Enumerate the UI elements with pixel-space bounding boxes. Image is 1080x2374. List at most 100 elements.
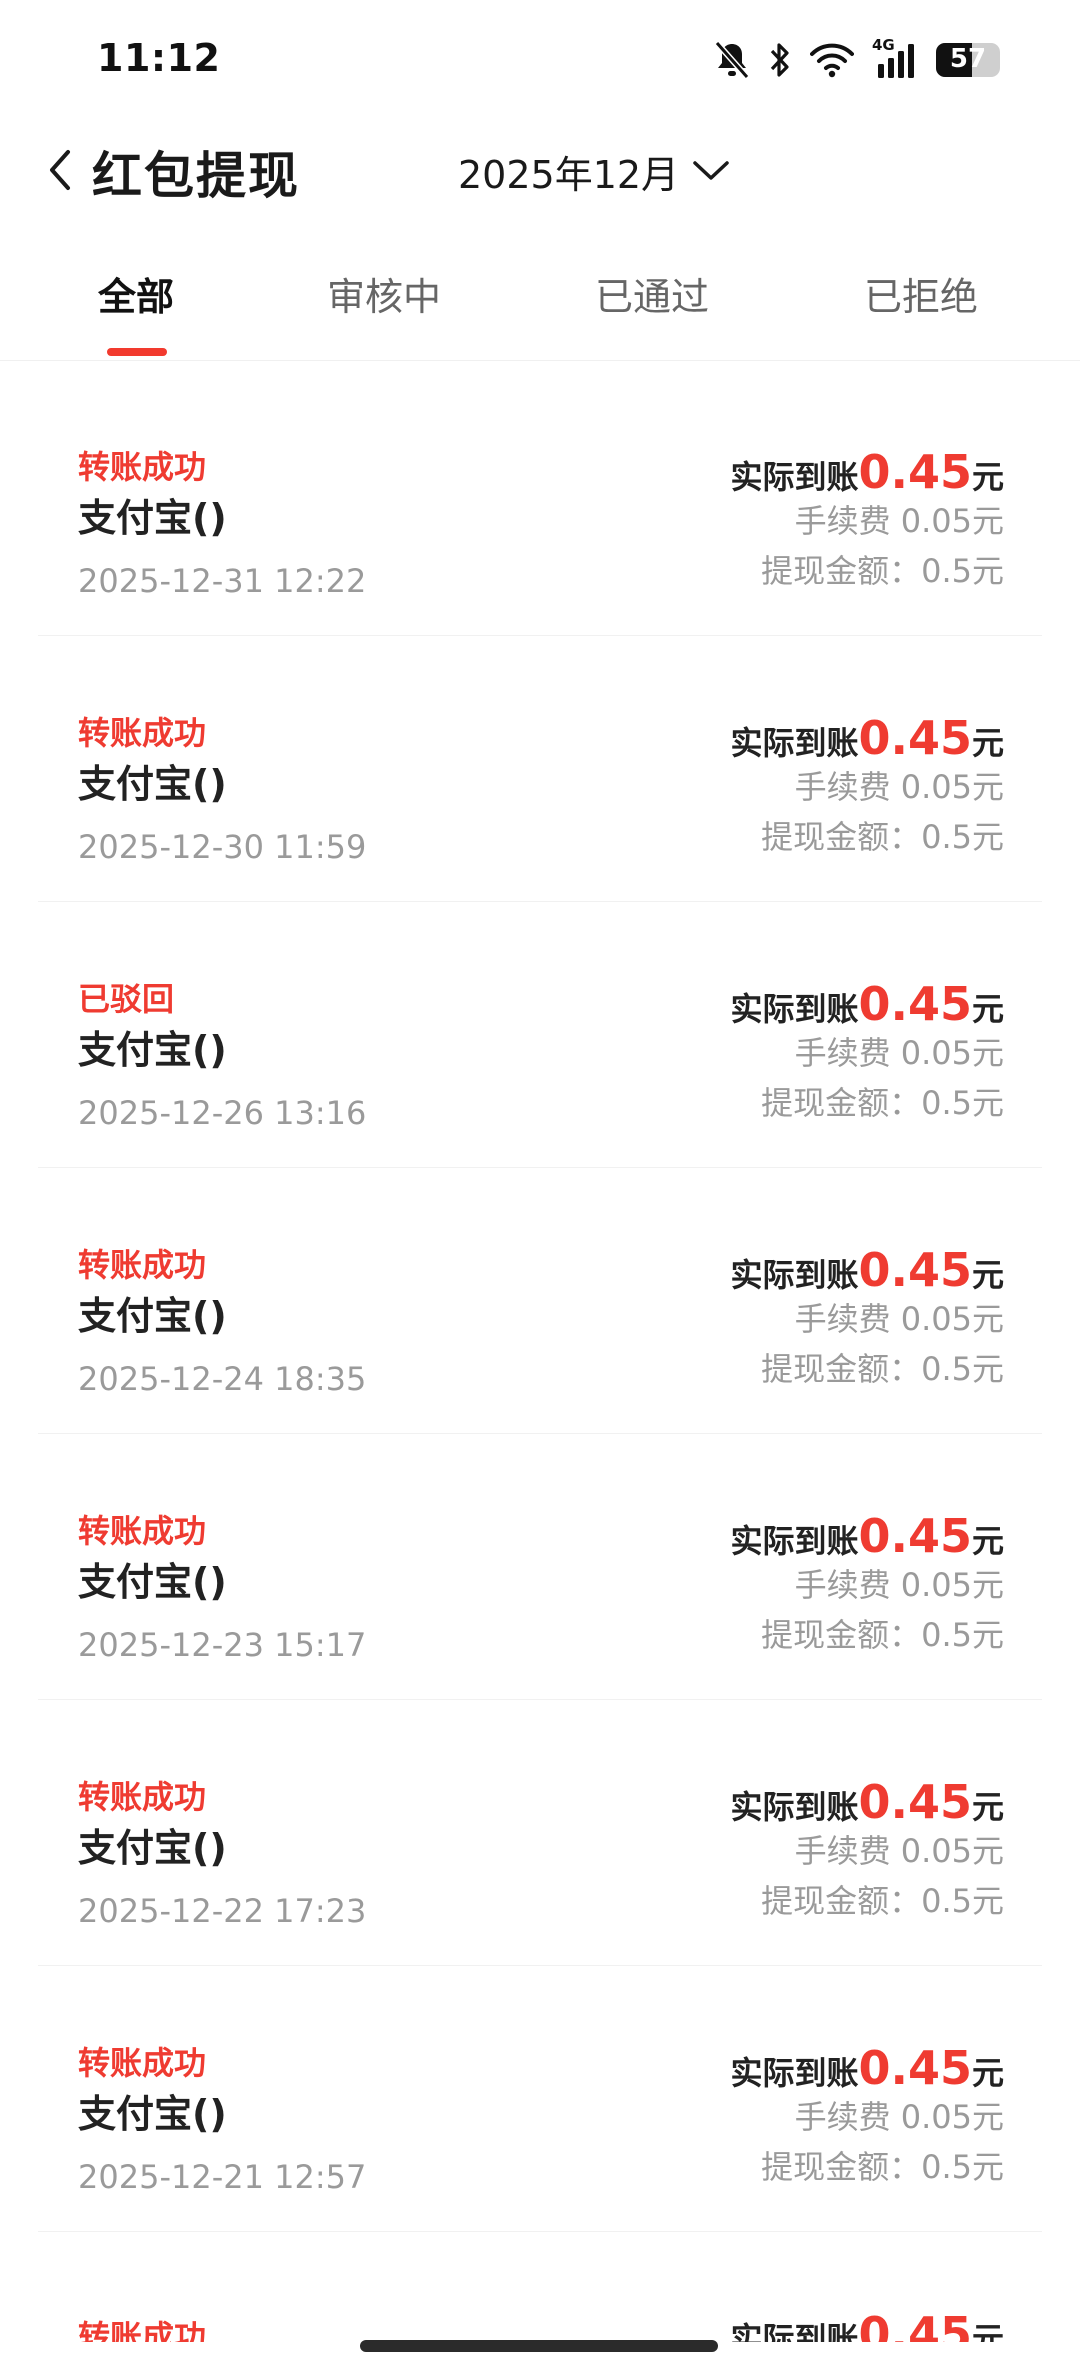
- record-total: 提现金额：0.5元: [761, 1084, 1004, 1122]
- status-bar: 11:12 4G 57: [0, 0, 1080, 120]
- record-fee: 手续费 0.05元: [794, 768, 1004, 806]
- actual-amount: 0.45: [858, 445, 972, 499]
- record-total: 提现金额：0.5元: [761, 1616, 1004, 1654]
- withdrawal-record-list: 转账成功 支付宝() 2025-12-31 12:22 实际到账0.45元 手续…: [38, 370, 1042, 2232]
- record-status: 转账成功: [78, 2318, 207, 2342]
- list-item[interactable]: 转账成功 支付宝() 2025-12-23 15:17 实际到账0.45元 手续…: [38, 1434, 1042, 1700]
- record-status: 转账成功: [78, 714, 207, 752]
- record-amount-block: 实际到账0.45元 手续费 0.05元 提现金额：0.5元: [730, 714, 1004, 862]
- actual-amount: 0.45: [858, 1509, 972, 1563]
- actual-amount: 0.45: [858, 2312, 972, 2342]
- actual-amount: 0.45: [858, 711, 972, 765]
- record-status: 转账成功: [78, 1246, 207, 1284]
- record-channel: 支付宝(): [78, 762, 227, 806]
- actual-received: 实际到账0.45元: [730, 1778, 1004, 1826]
- actual-amount: 0.45: [858, 1243, 972, 1297]
- tab-approved[interactable]: 已通过: [595, 266, 709, 321]
- record-status: 转账成功: [78, 448, 207, 486]
- actual-received-label: 实际到账: [730, 2320, 859, 2342]
- record-fee: 手续费 0.05元: [794, 1566, 1004, 1604]
- wifi-icon: [810, 42, 854, 78]
- record-channel: 支付宝(): [78, 1294, 227, 1338]
- record-amount-block: 实际到账0.45元 手续费 0.05元 提现金额：0.5元: [730, 1246, 1004, 1394]
- record-fee: 手续费 0.05元: [794, 502, 1004, 540]
- status-icons: 4G 57: [714, 36, 1000, 84]
- record-fee: 手续费 0.05元: [794, 1300, 1004, 1338]
- actual-received: 实际到账0.45元: [730, 980, 1004, 1028]
- back-button[interactable]: [40, 142, 84, 198]
- page-header: 红包提现 2025年12月: [0, 120, 1080, 220]
- record-time: 2025-12-26 13:16: [78, 1094, 367, 1132]
- bluetooth-icon: [768, 40, 792, 80]
- actual-received: 实际到账0.45元: [730, 1512, 1004, 1560]
- record-total: 提现金额：0.5元: [761, 1882, 1004, 1920]
- month-label: 2025年12月: [458, 153, 680, 197]
- amount-unit: 元: [971, 990, 1004, 1028]
- list-item[interactable]: 转账成功 支付宝() 2025-12-21 12:57 实际到账0.45元 手续…: [38, 1966, 1042, 2232]
- status-time: 11:12: [97, 36, 221, 80]
- record-channel: 支付宝(): [78, 496, 227, 540]
- battery-icon: 57: [936, 43, 1000, 77]
- actual-amount: 0.45: [858, 977, 972, 1031]
- record-fee: 手续费 0.05元: [794, 1034, 1004, 1072]
- list-item[interactable]: 已驳回 支付宝() 2025-12-26 13:16 实际到账0.45元 手续费…: [38, 902, 1042, 1168]
- chevron-down-icon: [691, 155, 731, 189]
- actual-received-label: 实际到账: [730, 724, 859, 762]
- tab-rejected[interactable]: 已拒绝: [864, 266, 978, 321]
- page-title: 红包提现: [92, 147, 300, 205]
- record-status: 转账成功: [78, 1778, 207, 1816]
- home-indicator[interactable]: [360, 2340, 718, 2352]
- amount-unit: 元: [971, 458, 1004, 496]
- amount-unit: 元: [971, 1788, 1004, 1826]
- list-item[interactable]: 转账成功 支付宝() 2025-12-30 11:59 实际到账0.45元 手续…: [38, 636, 1042, 902]
- tab-reviewing[interactable]: 审核中: [327, 266, 441, 321]
- actual-received-label: 实际到账: [730, 458, 859, 496]
- actual-received-label: 实际到账: [730, 1522, 859, 1560]
- record-channel: 支付宝(): [78, 1028, 227, 1072]
- record-fee: 手续费 0.05元: [794, 2098, 1004, 2136]
- record-time: 2025-12-23 15:17: [78, 1626, 367, 1664]
- actual-received-label: 实际到账: [730, 1256, 859, 1294]
- amount-unit: 元: [971, 1256, 1004, 1294]
- record-amount-block: 实际到账0.45元 手续费 0.05元 提现金额：0.5元: [730, 1512, 1004, 1660]
- actual-received: 实际到账0.45元: [730, 1246, 1004, 1294]
- record-amount-block: 实际到账0.45元: [730, 2312, 1004, 2342]
- record-time: 2025-12-24 18:35: [78, 1360, 367, 1398]
- actual-received-label: 实际到账: [730, 1788, 859, 1826]
- actual-received-label: 实际到账: [730, 2054, 859, 2092]
- list-item[interactable]: 转账成功 支付宝() 2025-12-22 17:23 实际到账0.45元 手续…: [38, 1700, 1042, 1966]
- record-time: 2025-12-22 17:23: [78, 1892, 367, 1930]
- list-item[interactable]: 转账成功 支付宝() 2025-12-31 12:22 实际到账0.45元 手续…: [38, 370, 1042, 636]
- record-total: 提现金额：0.5元: [761, 818, 1004, 856]
- record-total: 提现金额：0.5元: [761, 2148, 1004, 2186]
- list-item-partial[interactable]: 转账成功 实际到账0.45元: [38, 2312, 1042, 2342]
- record-total: 提现金额：0.5元: [761, 552, 1004, 590]
- tab-all[interactable]: 全部: [98, 266, 174, 321]
- record-status: 转账成功: [78, 1512, 207, 1550]
- record-amount-block: 实际到账0.45元 手续费 0.05元 提现金额：0.5元: [730, 1778, 1004, 1926]
- record-status: 转账成功: [78, 2044, 207, 2082]
- amount-unit: 元: [971, 1522, 1004, 1560]
- amount-unit: 元: [971, 724, 1004, 762]
- bell-muted-icon: [714, 40, 750, 80]
- actual-amount: 0.45: [858, 2041, 972, 2095]
- amount-unit: 元: [971, 2054, 1004, 2092]
- record-fee: 手续费 0.05元: [794, 1832, 1004, 1870]
- battery-level: 57: [949, 44, 987, 74]
- record-time: 2025-12-30 11:59: [78, 828, 367, 866]
- record-amount-block: 实际到账0.45元 手续费 0.05元 提现金额：0.5元: [730, 980, 1004, 1128]
- record-total: 提现金额：0.5元: [761, 1350, 1004, 1388]
- month-picker[interactable]: 2025年12月: [458, 144, 731, 199]
- record-channel: 支付宝(): [78, 2092, 227, 2136]
- chevron-left-icon: [40, 150, 84, 202]
- record-channel: 支付宝(): [78, 1826, 227, 1870]
- record-amount-block: 实际到账0.45元 手续费 0.05元 提现金额：0.5元: [730, 2044, 1004, 2192]
- actual-amount: 0.45: [858, 1775, 972, 1829]
- record-time: 2025-12-21 12:57: [78, 2158, 367, 2196]
- list-item[interactable]: 转账成功 支付宝() 2025-12-24 18:35 实际到账0.45元 手续…: [38, 1168, 1042, 1434]
- actual-received: 实际到账0.45元: [730, 2044, 1004, 2092]
- cellular-signal-icon: 4G: [872, 36, 918, 80]
- record-time: 2025-12-31 12:22: [78, 562, 367, 600]
- record-amount-block: 实际到账0.45元 手续费 0.05元 提现金额：0.5元: [730, 448, 1004, 596]
- active-tab-indicator: [107, 348, 167, 356]
